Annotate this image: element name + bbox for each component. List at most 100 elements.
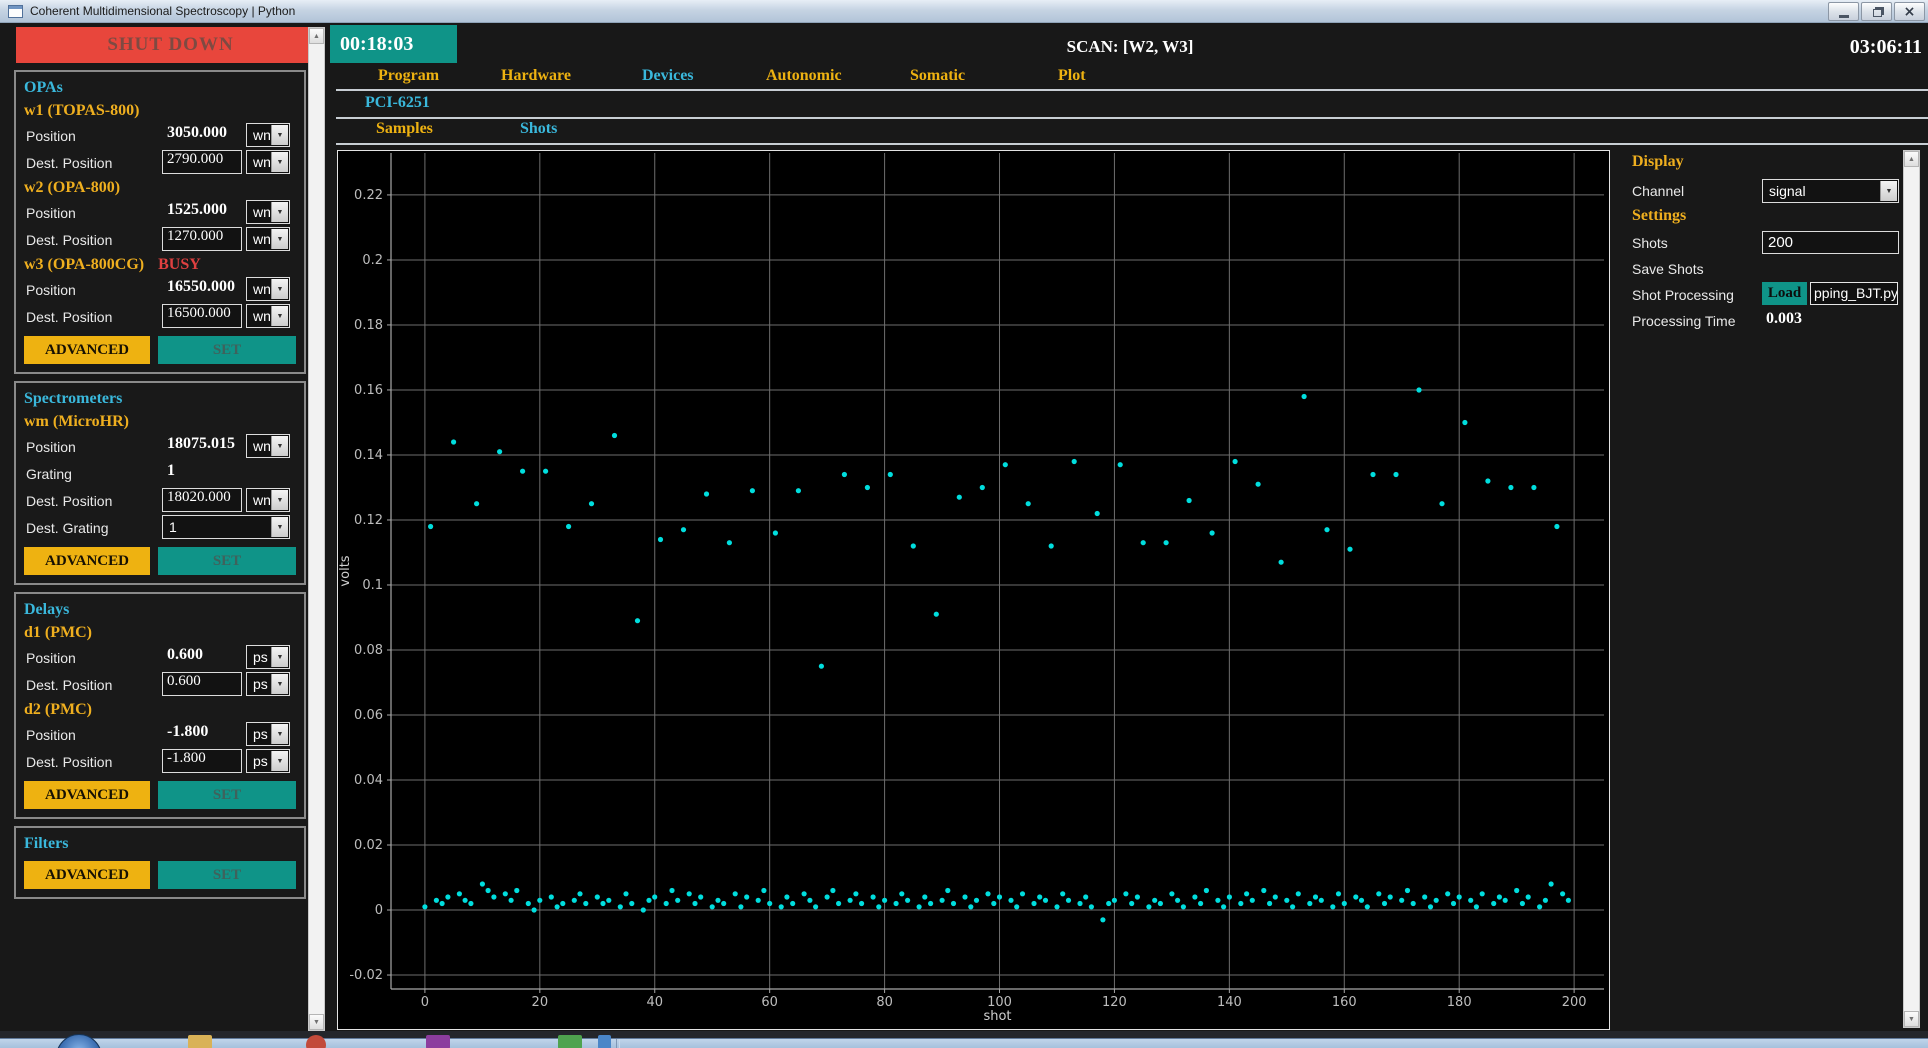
section-title: Spectrometers <box>24 390 123 407</box>
channel-select[interactable]: signal ▼ <box>1762 179 1899 203</box>
data-point <box>1008 897 1014 903</box>
advanced-button[interactable]: ADVANCED <box>24 336 150 364</box>
chevron-down-icon[interactable]: ▼ <box>1880 181 1897 201</box>
load-button[interactable]: Load <box>1762 282 1807 305</box>
advanced-button[interactable]: ADVANCED <box>24 547 150 575</box>
units-select[interactable]: ps ▼ <box>246 749 290 773</box>
data-point <box>1422 894 1428 900</box>
minimize-button[interactable] <box>1828 2 1859 21</box>
chevron-down-icon[interactable]: ▼ <box>271 125 288 145</box>
units-select[interactable]: wn ▼ <box>246 123 290 147</box>
tab-autonomic[interactable]: Autonomic <box>766 67 842 85</box>
units-select[interactable]: wn ▼ <box>246 434 290 458</box>
data-point <box>1290 904 1296 910</box>
green-app-icon[interactable] <box>558 1035 582 1048</box>
scroll-up-icon[interactable]: ▲ <box>309 28 324 44</box>
set-button[interactable]: SET <box>158 861 296 889</box>
tab-plot[interactable]: Plot <box>1058 67 1086 85</box>
tab-shots[interactable]: Shots <box>520 120 557 138</box>
dest-grating-select[interactable]: 1 ▼ <box>162 515 290 539</box>
dest-position-input[interactable]: 18020.000 <box>162 488 242 512</box>
dest-position-input[interactable]: -1.800 <box>162 749 242 773</box>
hardware-panel-scrollbar[interactable]: ▲ ▼ <box>308 27 325 1031</box>
scroll-down-icon[interactable]: ▼ <box>309 1014 324 1030</box>
set-button[interactable]: SET <box>158 781 296 809</box>
data-point <box>1278 559 1284 565</box>
shot-processing-file[interactable]: pping_BJT.py <box>1810 282 1898 305</box>
chevron-down-icon[interactable]: ▼ <box>271 751 288 771</box>
position-readout: 0.600 <box>167 646 203 663</box>
chevron-down-icon[interactable]: ▼ <box>271 436 288 456</box>
units-select[interactable]: wn ▼ <box>246 277 290 301</box>
tab-samples[interactable]: Samples <box>376 120 433 138</box>
blue-app-icon[interactable] <box>598 1035 611 1048</box>
data-point <box>1387 894 1393 900</box>
data-point <box>933 611 939 617</box>
dest-position-input[interactable]: 16500.000 <box>162 304 242 328</box>
taskbar-grip[interactable] <box>616 1039 620 1048</box>
data-point <box>910 543 916 549</box>
data-point <box>1301 393 1307 400</box>
chevron-down-icon[interactable]: ▼ <box>271 202 288 222</box>
units-select[interactable]: ps ▼ <box>246 722 290 746</box>
chevron-down-icon[interactable]: ▼ <box>271 306 288 326</box>
settings-panel-scrollbar[interactable]: ▲ ▼ <box>1903 150 1920 1028</box>
data-point <box>1215 897 1221 903</box>
scroll-up-icon[interactable]: ▲ <box>1904 151 1919 167</box>
data-point <box>715 897 721 903</box>
units-select[interactable]: wn ▼ <box>246 488 290 512</box>
dest-position-input[interactable]: 0.600 <box>162 672 242 696</box>
data-point <box>491 894 497 900</box>
plot-canvas[interactable]: 0 20 40 60 80 100 120 140 160 180 200 -0.02 0 0.02 0.0… <box>338 151 1609 1029</box>
units-select[interactable]: wn ▼ <box>246 227 290 251</box>
set-button[interactable]: SET <box>158 336 296 364</box>
data-point <box>1370 471 1376 478</box>
chevron-down-icon[interactable]: ▼ <box>271 490 288 510</box>
close-icon: × <box>1903 3 1916 20</box>
units-select[interactable]: ps ▼ <box>246 645 290 669</box>
red-app-icon[interactable] <box>306 1035 326 1048</box>
tab-program[interactable]: Program <box>378 67 439 85</box>
units-select[interactable]: ps ▼ <box>246 672 290 696</box>
restore-button[interactable] <box>1861 2 1892 21</box>
chevron-down-icon[interactable]: ▼ <box>271 724 288 744</box>
data-point <box>686 891 692 897</box>
dest-position-input[interactable]: 1270.000 <box>162 227 242 251</box>
chevron-down-icon[interactable]: ▼ <box>271 674 288 694</box>
chevron-down-icon[interactable]: ▼ <box>271 517 288 537</box>
data-point <box>1244 891 1250 897</box>
shut-down-button[interactable]: SHUT DOWN <box>16 27 325 63</box>
units-select[interactable]: wn ▼ <box>246 304 290 328</box>
data-point <box>1318 897 1324 903</box>
chevron-down-icon[interactable]: ▼ <box>271 152 288 172</box>
tab-devices[interactable]: Devices <box>642 67 694 85</box>
hardware-row: Position 18075.015 wn ▼ <box>24 433 296 460</box>
advanced-button[interactable]: ADVANCED <box>24 861 150 889</box>
advanced-button[interactable]: ADVANCED <box>24 781 150 809</box>
shots-scatter-plot[interactable]: 0 20 40 60 80 100 120 140 160 180 200 -0.02 0 0.02 0.0… <box>337 150 1610 1030</box>
folder-icon[interactable] <box>188 1035 212 1048</box>
purple-app-icon[interactable] <box>426 1035 450 1048</box>
hardware-section-delays: Delays d1 (PMC) Position 0.600 ps ▼ Dest. Posi… <box>14 592 306 819</box>
set-button[interactable]: SET <box>158 547 296 575</box>
units-select[interactable]: wn ▼ <box>246 200 290 224</box>
chevron-down-icon[interactable]: ▼ <box>271 229 288 249</box>
chevron-down-icon[interactable]: ▼ <box>271 647 288 667</box>
tab-pci-6251[interactable]: PCI-6251 <box>365 94 430 112</box>
close-button[interactable]: × <box>1894 2 1925 21</box>
data-point <box>1381 900 1388 907</box>
start-orb-icon[interactable] <box>56 1034 102 1048</box>
tab-hardware[interactable]: Hardware <box>501 67 571 85</box>
data-point <box>1479 891 1485 897</box>
tab-somatic[interactable]: Somatic <box>910 67 965 85</box>
data-point <box>1071 458 1077 465</box>
chevron-down-icon[interactable]: ▼ <box>271 279 288 299</box>
shots-input[interactable]: 200 <box>1762 231 1899 254</box>
units-select[interactable]: wn ▼ <box>246 150 290 174</box>
data-point <box>646 897 652 903</box>
units-select-value: wn <box>253 154 271 170</box>
hardware-row: Dest. Position 16500.000 wn ▼ <box>24 303 296 330</box>
dest-position-input[interactable]: 2790.000 <box>162 150 242 174</box>
data-point <box>428 523 434 530</box>
scroll-down-icon[interactable]: ▼ <box>1904 1011 1919 1027</box>
